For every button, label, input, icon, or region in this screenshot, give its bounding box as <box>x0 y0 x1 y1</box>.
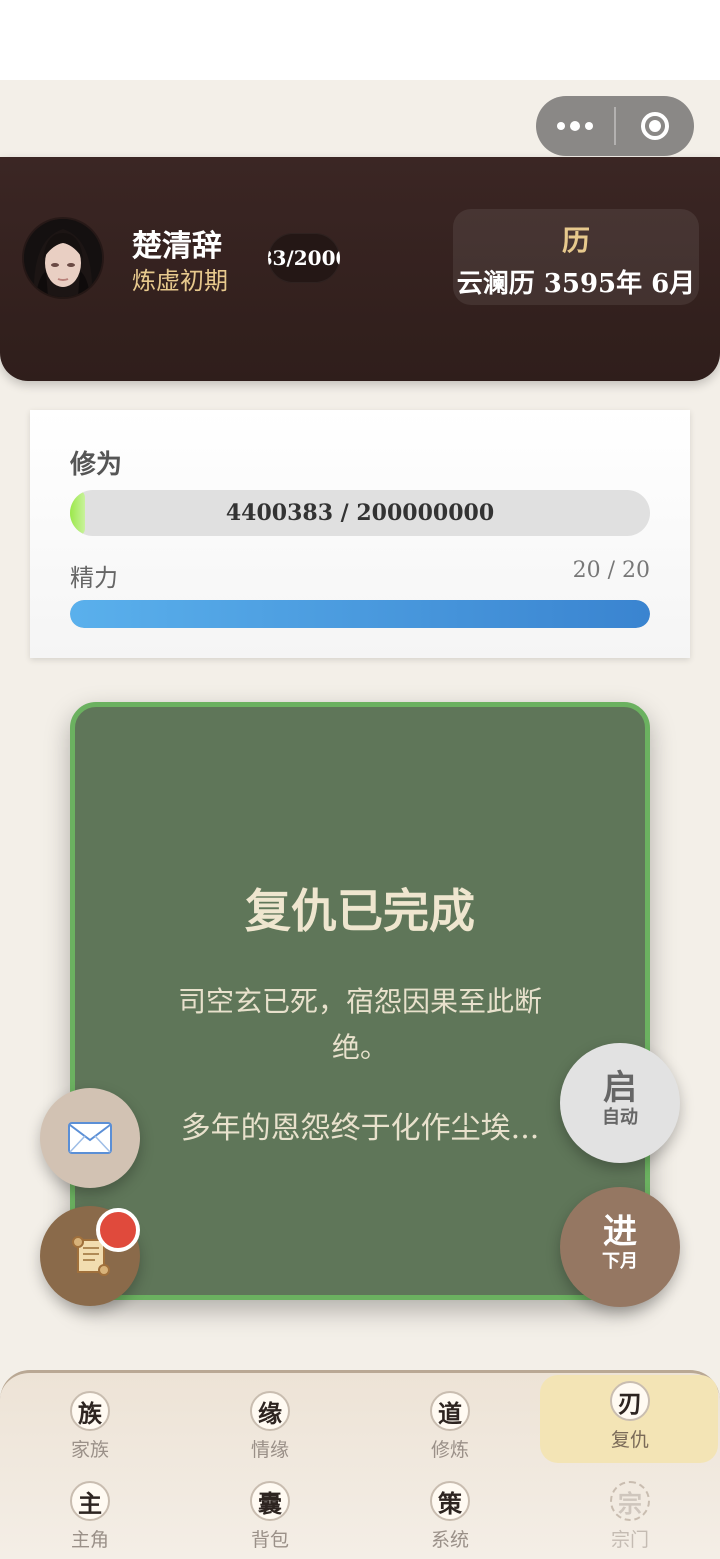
nav-item-revenge[interactable]: 刃 复仇 <box>540 1373 720 1463</box>
nav-item-sect[interactable]: 宗 宗门 <box>540 1469 720 1559</box>
nav-item-cultivation[interactable]: 道 修炼 <box>360 1379 540 1469</box>
bag-icon: 囊 <box>250 1481 290 1521</box>
character-name: 楚清辞 <box>132 229 222 264</box>
protagonist-icon: 主 <box>70 1481 110 1521</box>
experience-pill-text: 4400383/200000000 <box>268 246 340 270</box>
more-menu-button[interactable] <box>536 96 614 156</box>
dot-icon <box>557 122 565 130</box>
dot-icon <box>585 122 593 130</box>
nav-item-backpack[interactable]: 囊 背包 <box>180 1469 360 1559</box>
nav-item-romance[interactable]: 缘 情缘 <box>180 1379 360 1469</box>
family-icon: 族 <box>70 1391 110 1431</box>
nav-item-protagonist[interactable]: 主 主角 <box>0 1469 180 1559</box>
energy-value: 20 / 20 <box>572 558 650 583</box>
character-header: 楚清辞 炼虚初期 4400383/200000000 历 云澜历 3595年 6… <box>0 157 720 381</box>
event-card: 复仇已完成 司空玄已死，宿怨因果至此断绝。 多年的恩怨终于化作尘埃... <box>70 702 650 1300</box>
target-icon <box>641 112 669 140</box>
nav-label: 背包 <box>250 1529 289 1551</box>
event-description: 司空玄已死，宿怨因果至此断绝。 <box>177 985 542 1064</box>
nav-label: 主角 <box>70 1529 109 1551</box>
status-bar-area <box>0 0 720 80</box>
blade-icon: 刃 <box>610 1381 650 1421</box>
event-title: 复仇已完成 <box>245 884 475 938</box>
dot-icon <box>570 121 580 131</box>
sect-icon: 宗 <box>610 1481 650 1521</box>
nav-item-family[interactable]: 族 家族 <box>0 1379 180 1469</box>
calendar-title: 历 <box>561 224 590 257</box>
experience-pill: 4400383/200000000 <box>268 233 340 283</box>
nav-label: 情缘 <box>250 1439 289 1461</box>
cultivation-value: 4400383 / 200000000 <box>225 500 495 526</box>
nav-label: 系统 <box>430 1529 469 1551</box>
nav-label: 复仇 <box>610 1429 649 1451</box>
envelope-icon <box>68 1122 112 1154</box>
character-realm: 炼虚初期 <box>132 267 228 295</box>
energy-bar-fill <box>70 600 650 628</box>
mail-button[interactable] <box>40 1088 140 1188</box>
cultivation-icon: 道 <box>430 1391 470 1431</box>
energy-label: 精力 <box>70 564 118 592</box>
nav-label: 宗门 <box>610 1529 649 1551</box>
close-miniprogram-button[interactable] <box>616 96 694 156</box>
nav-label: 修炼 <box>430 1439 469 1461</box>
romance-icon: 缘 <box>250 1391 290 1431</box>
nav-item-system[interactable]: 策 系统 <box>360 1469 540 1559</box>
energy-bar <box>70 600 650 628</box>
notification-badge <box>96 1208 140 1252</box>
stats-panel: 修为 4400383 / 200000000 精力 20 / 20 <box>30 410 690 658</box>
next-month-label: 下月 <box>602 1251 638 1272</box>
next-month-button[interactable]: 进 下月 <box>560 1187 680 1307</box>
cultivation-bar: 4400383 / 200000000 <box>70 490 650 536</box>
auto-button[interactable]: 启 自动 <box>560 1043 680 1163</box>
auto-button-char: 启 <box>603 1068 637 1108</box>
bottom-navigation: 族 家族 缘 情缘 道 修炼 刃 复仇 主 主角 囊 背包 策 系统 宗 宗门 <box>0 1370 720 1558</box>
cultivation-label: 修为 <box>70 450 123 480</box>
calendar-date: 云澜历 3595年 6月 <box>456 269 696 299</box>
next-month-char: 进 <box>603 1212 637 1252</box>
miniprogram-capsule <box>536 96 694 156</box>
auto-button-label: 自动 <box>602 1107 638 1128</box>
avatar[interactable] <box>24 219 102 297</box>
calendar-panel[interactable]: 历 云澜历 3595年 6月 <box>453 209 699 305</box>
system-icon: 策 <box>430 1481 470 1521</box>
portrait-icon <box>24 219 102 297</box>
nav-label: 家族 <box>70 1439 109 1461</box>
